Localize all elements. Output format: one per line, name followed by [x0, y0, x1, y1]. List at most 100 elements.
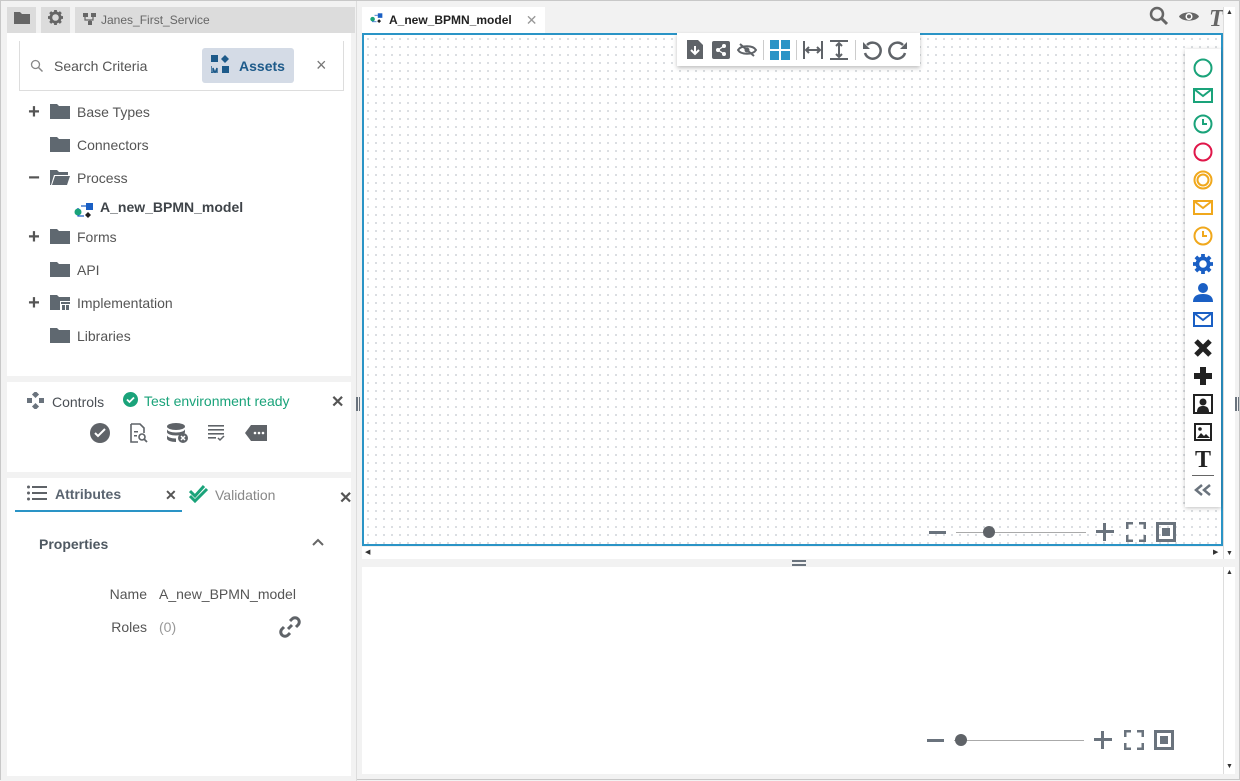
link-icon[interactable]	[279, 616, 301, 641]
grid-layout-icon[interactable]	[770, 39, 790, 60]
timer-intermediate-event-icon[interactable]	[1192, 225, 1214, 247]
search-icon	[30, 59, 44, 73]
participant-icon[interactable]	[1192, 393, 1214, 415]
scroll-up-icon[interactable]: ▲	[1226, 9, 1233, 16]
close-tab-icon[interactable]: ✕	[526, 12, 538, 29]
share-icon[interactable]	[711, 40, 731, 60]
tree-item-api[interactable]: API	[7, 253, 351, 286]
text-annotation-icon[interactable]: T	[1192, 447, 1214, 473]
message-task-icon[interactable]	[1192, 309, 1214, 331]
timer-start-event-icon[interactable]	[1192, 113, 1214, 135]
exclusive-gateway-icon[interactable]	[1192, 337, 1214, 359]
service-task-icon[interactable]	[1192, 253, 1214, 275]
chevron-up-icon[interactable]	[312, 533, 324, 549]
more-tag-icon[interactable]	[245, 422, 267, 444]
tree-item-implementation[interactable]: + Implementation	[7, 286, 351, 319]
close-attributes-tab-icon[interactable]: ✕	[165, 487, 177, 504]
undo-icon[interactable]	[862, 40, 882, 60]
tree-item-connectors[interactable]: Connectors	[7, 128, 351, 161]
scroll-down-icon[interactable]: ▼	[1226, 550, 1233, 557]
fit-height-icon[interactable]	[829, 39, 849, 60]
tab-bpmn-model[interactable]: A_new_BPMN_model ✕	[362, 7, 546, 33]
tab-explorer[interactable]	[7, 7, 36, 33]
message-intermediate-event-icon[interactable]	[1192, 197, 1214, 219]
export-icon[interactable]	[685, 40, 705, 60]
property-name-row: Name	[7, 586, 147, 604]
zoom-out-icon[interactable]	[929, 530, 946, 534]
hide-icon[interactable]	[737, 40, 757, 60]
overview-pane[interactable]	[362, 567, 1223, 774]
list-check-icon[interactable]	[206, 422, 228, 444]
overview-vertical-scrollbar[interactable]: ▲ ▼	[1223, 567, 1235, 774]
tab-attributes[interactable]: Attributes	[15, 478, 182, 512]
scroll-up-icon[interactable]: ▲	[1226, 569, 1233, 576]
gear-icon	[48, 10, 63, 30]
zoom-out-icon[interactable]	[927, 738, 944, 742]
message-start-event-icon[interactable]	[1192, 85, 1214, 107]
end-event-icon[interactable]	[1192, 141, 1214, 163]
user-task-icon[interactable]	[1192, 281, 1214, 303]
redo-icon[interactable]	[888, 40, 908, 60]
tree-item-base-types[interactable]: + Base Types	[7, 95, 351, 128]
scroll-down-icon[interactable]: ▼	[1226, 763, 1233, 770]
property-roles-row: Roles	[7, 619, 147, 637]
tab-validation-label: Validation	[215, 487, 276, 503]
expand-icon[interactable]: +	[27, 102, 41, 122]
expand-icon[interactable]: +	[27, 227, 41, 247]
actual-size-icon[interactable]	[1154, 730, 1174, 750]
tree-label: Base Types	[77, 103, 150, 120]
validate-icon[interactable]	[89, 422, 111, 444]
close-attributes-panel-icon[interactable]: ✕	[339, 488, 352, 508]
list-icon	[27, 485, 47, 504]
start-event-icon[interactable]	[1192, 57, 1214, 79]
text-style-icon[interactable]: T	[1209, 7, 1224, 31]
clear-search-icon[interactable]: ×	[316, 55, 327, 76]
left-panel-resize-handle[interactable]	[356, 397, 360, 411]
controls-panel: Controls Test environment ready ✕	[7, 382, 351, 472]
expand-icon[interactable]: +	[27, 293, 41, 313]
tree-item-forms[interactable]: + Forms	[7, 220, 351, 253]
image-icon[interactable]	[1192, 421, 1214, 443]
fit-width-icon[interactable]	[803, 40, 823, 60]
fit-to-screen-icon[interactable]	[1123, 729, 1145, 751]
tab-validation[interactable]: Validation	[188, 478, 276, 512]
property-name-value[interactable]: A_new_BPMN_model	[159, 586, 296, 602]
tab-settings[interactable]	[41, 7, 70, 33]
collapse-icon[interactable]: −	[27, 168, 41, 188]
tree-item-process[interactable]: − Process	[7, 161, 351, 194]
split-grip	[792, 560, 806, 562]
search-icon[interactable]	[1149, 6, 1169, 31]
actual-size-icon[interactable]	[1156, 522, 1176, 542]
tree-item-libraries[interactable]: Libraries	[7, 319, 351, 352]
scroll-left-icon[interactable]: ◀	[365, 548, 370, 556]
fit-to-screen-icon[interactable]	[1125, 521, 1147, 543]
eye-icon[interactable]	[1179, 10, 1199, 28]
zoom-in-icon[interactable]	[1094, 731, 1112, 749]
right-panel-resize-handle[interactable]	[1235, 397, 1239, 411]
assets-filter-button[interactable]: Assets	[202, 48, 294, 83]
zoom-slider-thumb[interactable]	[954, 733, 967, 746]
scroll-right-icon[interactable]: ▶	[1213, 548, 1218, 556]
collapse-palette-icon[interactable]	[1192, 479, 1214, 501]
zoom-slider-thumb[interactable]	[982, 525, 995, 538]
bpmn-canvas[interactable]: T	[362, 33, 1223, 546]
database-remove-icon[interactable]	[167, 422, 189, 444]
zoom-in-icon[interactable]	[1096, 523, 1114, 541]
editor-split-handle[interactable]	[362, 559, 1235, 567]
inspect-document-icon[interactable]	[128, 422, 150, 444]
tree-label: Process	[77, 169, 128, 186]
zoom-slider[interactable]	[954, 733, 1084, 746]
bpmn-palette: T	[1185, 49, 1221, 507]
close-controls-icon[interactable]: ✕	[331, 392, 344, 412]
intermediate-event-icon[interactable]	[1192, 169, 1214, 191]
canvas-zoom-controls	[929, 521, 1176, 543]
parallel-gateway-icon[interactable]	[1192, 365, 1214, 387]
search-input[interactable]: Search Criteria	[54, 58, 194, 74]
zoom-slider[interactable]	[956, 525, 1086, 538]
tab-service[interactable]: Janes_First_Service	[75, 7, 355, 33]
tree-label: Connectors	[77, 136, 149, 153]
folder-icon	[50, 104, 70, 122]
canvas-vertical-scrollbar[interactable]: ▲ ▼	[1223, 7, 1235, 560]
canvas-horizontal-scrollbar[interactable]: ◀ ▶	[362, 547, 1223, 559]
tree-item-bpmn-model[interactable]: A_new_BPMN_model	[7, 194, 351, 220]
